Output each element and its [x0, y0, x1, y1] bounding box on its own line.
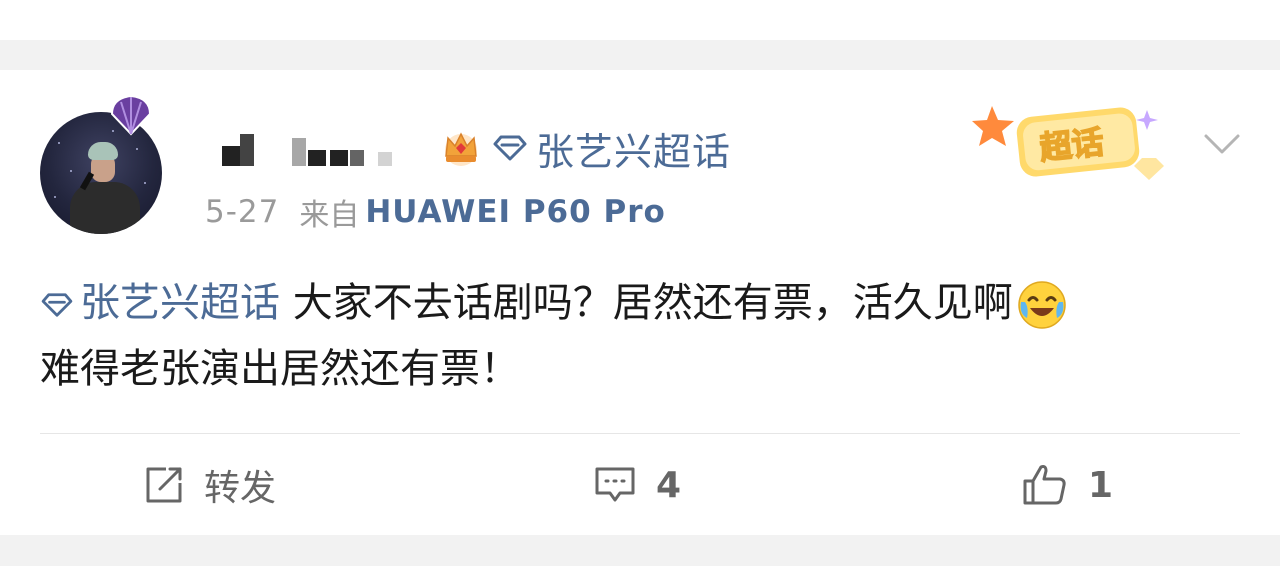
- repost-label: 转发: [204, 468, 277, 509]
- divider: [40, 433, 1240, 434]
- topic-name: 张艺兴超话: [536, 129, 732, 174]
- diamond-icon: [41, 293, 73, 317]
- post-date: 5-27: [205, 194, 280, 230]
- post-body: 张艺兴超话 大家不去话剧吗？居然还有票，活久见啊 难得老张演出居然还有票！: [40, 270, 1250, 402]
- chevron-down-icon[interactable]: [1202, 128, 1242, 158]
- badge-label: 超话: [1038, 123, 1106, 167]
- laugh-cry-emoji-icon: [1017, 281, 1066, 329]
- comment-icon: [595, 467, 635, 502]
- inline-topic-name: 张艺兴超话: [80, 280, 280, 326]
- repost-button[interactable]: 转发: [144, 450, 276, 520]
- shell-badge-icon: [110, 94, 152, 136]
- post-text-line2: 难得老张演出居然还有票！: [40, 346, 520, 392]
- topic-link[interactable]: 张艺兴超话: [492, 123, 732, 174]
- device-link[interactable]: HUAWEI P60 Pro: [365, 194, 665, 230]
- username-redacted[interactable]: [200, 128, 430, 172]
- user-avatar[interactable]: [40, 94, 164, 236]
- previous-action-ghost: [590, 0, 614, 5]
- next-post-card: [0, 566, 1280, 585]
- previous-post-card: [0, 0, 1280, 40]
- like-button[interactable]: 1: [1022, 450, 1113, 520]
- diamond-icon: [493, 135, 527, 161]
- post-card: 张艺兴超话 超话 5-27 来自 HUAWEI P60 Pro 张艺兴超话 大家…: [0, 70, 1280, 535]
- source-prefix: 来自: [299, 198, 360, 233]
- post-meta: 5-27 来自 HUAWEI P60 Pro: [205, 190, 666, 234]
- crown-icon: [445, 132, 477, 166]
- like-count: 1: [1088, 464, 1114, 506]
- comment-count: 4: [656, 464, 682, 506]
- post-text-line1: 大家不去话剧吗？居然还有票，活久见啊: [292, 280, 1013, 326]
- comment-button[interactable]: 4: [594, 450, 681, 520]
- inline-topic-link[interactable]: 张艺兴超话: [40, 280, 280, 326]
- previous-action-ghost: [146, 0, 182, 5]
- repost-icon: [146, 467, 182, 503]
- like-icon: [1023, 465, 1066, 505]
- chaohua-badge[interactable]: 超话: [972, 98, 1172, 190]
- previous-action-ghost: [1028, 0, 1050, 5]
